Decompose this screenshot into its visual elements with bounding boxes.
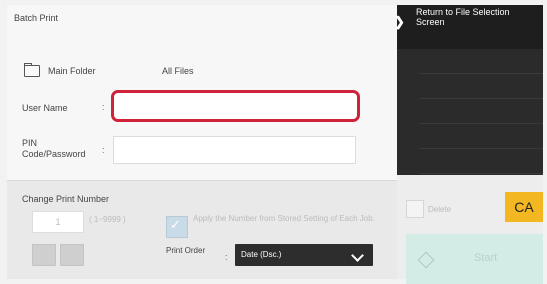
ca-button[interactable]: CA: [505, 192, 543, 222]
change-print-number-label: Change Print Number: [22, 194, 110, 204]
folder-icon: [24, 65, 40, 77]
print-number-input[interactable]: 1: [32, 211, 84, 233]
chevron-right-icon: ❯: [394, 14, 405, 29]
decrement-button[interactable]: [32, 244, 56, 266]
user-name-field[interactable]: [111, 90, 360, 122]
folder-value: All Files: [162, 66, 194, 76]
delete-checkbox[interactable]: [406, 200, 424, 218]
user-name-colon: :: [102, 102, 105, 112]
print-number-range: ( 1~9999 ): [89, 215, 126, 224]
apply-stored-setting-label: Apply the Number from Stored Setting of …: [193, 214, 375, 223]
delete-label: Delete: [428, 205, 452, 214]
user-name-label: User Name: [22, 103, 68, 113]
folder-label: Main Folder: [48, 66, 96, 76]
pin-colon: :: [102, 145, 105, 155]
print-order-label: Print Order: [166, 246, 206, 255]
pin-label: PIN Code/Password: [22, 138, 86, 159]
checkmark-icon: ✓: [170, 217, 181, 232]
return-to-file-selection-label: Return to File Selection Screen: [416, 7, 510, 27]
side-panel-list: [419, 49, 543, 175]
increment-button[interactable]: [60, 244, 84, 266]
start-label: Start: [474, 252, 498, 264]
print-order-colon: :: [225, 252, 228, 262]
page-title: Batch Print: [14, 13, 59, 23]
pin-password-field[interactable]: [113, 136, 356, 164]
